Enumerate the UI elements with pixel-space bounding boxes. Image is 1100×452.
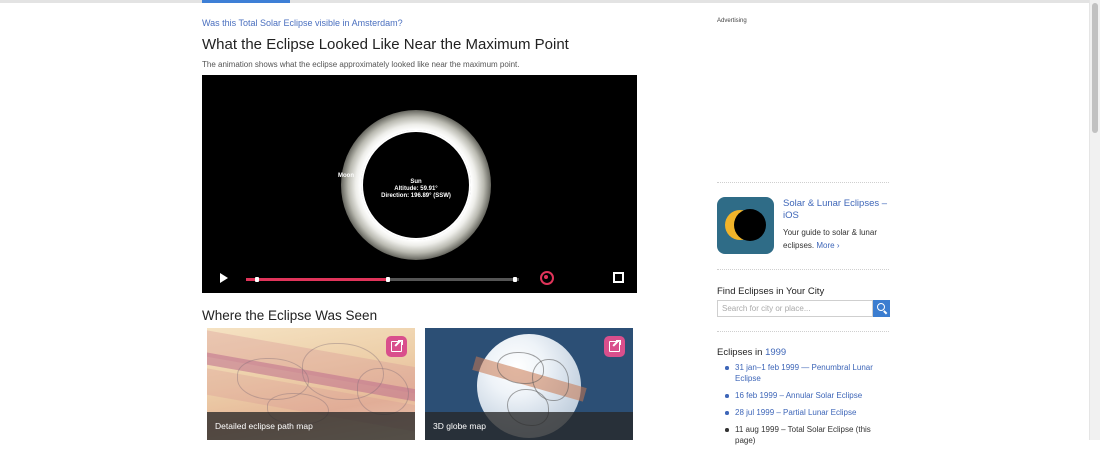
eclipse-list-item[interactable]: 28 jul 1999 – Partial Lunar Eclipse — [717, 407, 889, 418]
divider — [717, 331, 889, 332]
external-link-icon[interactable] — [386, 336, 407, 357]
top-nav-bar — [0, 0, 1090, 3]
page-scrollbar[interactable] — [1089, 0, 1100, 440]
play-icon[interactable] — [220, 273, 228, 283]
globe-map-card[interactable]: 3D globe map — [425, 328, 633, 440]
more-link[interactable]: More › — [816, 241, 839, 250]
find-eclipses-title: Find Eclipses in Your City — [717, 286, 825, 297]
app-description: Your guide to solar & lunar eclipses. Mo… — [783, 228, 877, 250]
progress-track[interactable] — [246, 277, 519, 282]
app-title-link[interactable]: Solar & Lunar Eclipses – iOS — [783, 198, 889, 222]
divider — [717, 182, 889, 183]
search-icon[interactable] — [873, 300, 890, 317]
section-title: What the Eclipse Looked Like Near the Ma… — [202, 36, 569, 53]
eclipse-list-item[interactable]: 16 feb 1999 – Annular Solar Eclipse — [717, 390, 889, 401]
eclipse-list-item-current: 11 aug 1999 – Total Solar Eclipse (this … — [717, 424, 889, 446]
active-nav-indicator — [202, 0, 290, 3]
eclipse-list-item[interactable]: 31 jan–1 feb 1999 — Penumbral Lunar Ecli… — [717, 362, 889, 384]
advertising-label: Advertising — [717, 18, 747, 24]
question-link[interactable]: Was this Total Solar Eclipse visible in … — [202, 18, 403, 28]
replay-icon[interactable] — [540, 271, 554, 285]
moon-label: Moon — [338, 173, 354, 179]
eclipse-path-map-card[interactable]: Detailed eclipse path map — [207, 328, 415, 440]
sun-info: Sun Altitude: 59.91° Direction: 196.89° … — [381, 179, 451, 200]
city-search-input[interactable] — [717, 300, 873, 317]
progress-handle[interactable] — [385, 277, 390, 282]
progress-end-marker — [513, 277, 517, 282]
sun-direction: Direction: 196.89° (SSW) — [381, 193, 451, 199]
external-link-icon[interactable] — [604, 336, 625, 357]
map-caption: Detailed eclipse path map — [207, 412, 415, 440]
scrollbar-thumb[interactable] — [1092, 3, 1098, 133]
sun-label: Sun — [410, 179, 422, 185]
sun-altitude: Altitude: 59.91° — [394, 186, 438, 192]
eclipse-app-icon[interactable] — [717, 197, 774, 254]
video-controls — [202, 265, 637, 293]
maps-title: Where the Eclipse Was Seen — [202, 308, 378, 323]
fullscreen-icon[interactable] — [613, 272, 624, 283]
eclipses-in-year-title: Eclipses in 1999 — [717, 347, 787, 358]
progress-marker[interactable] — [255, 277, 259, 282]
year-link[interactable]: 1999 — [765, 347, 786, 358]
progress-played — [246, 278, 388, 281]
map-caption: 3D globe map — [425, 412, 633, 440]
divider — [717, 269, 889, 270]
section-description: The animation shows what the eclipse app… — [202, 60, 520, 69]
eclipse-animation-player[interactable]: Moon Sun Altitude: 59.91° Direction: 196… — [202, 75, 637, 293]
eclipse-list: 31 jan–1 feb 1999 — Penumbral Lunar Ecli… — [717, 362, 889, 452]
